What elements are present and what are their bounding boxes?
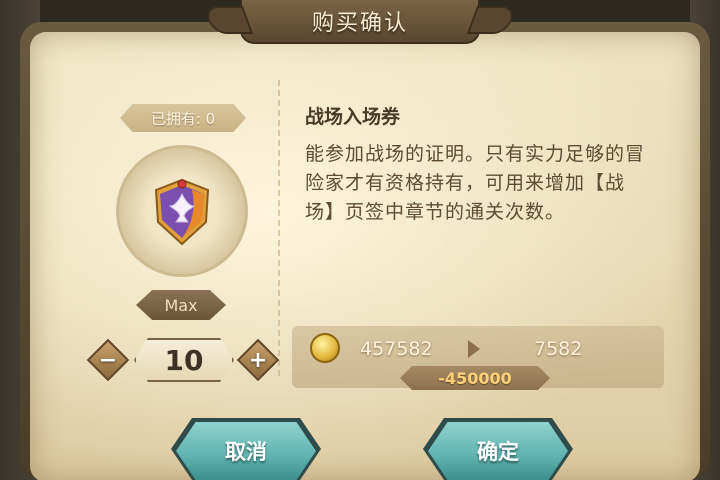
gold-cost-delta: -450000 <box>400 366 550 390</box>
dialog-title-banner: 购买确认 <box>202 0 518 44</box>
dialog-title: 购买确认 <box>311 11 408 36</box>
item-name: 战场入场券 <box>305 106 401 128</box>
battlefield-ticket-medal-icon <box>154 178 210 246</box>
quantity-display[interactable]: 10 <box>134 338 234 382</box>
minus-icon: − <box>98 347 118 373</box>
current-gold: 457582 <box>360 338 433 360</box>
owned-count-badge: 已拥有: 0 <box>120 104 246 132</box>
decrease-quantity-button[interactable]: − <box>86 338 130 382</box>
increase-quantity-button[interactable]: + <box>236 338 280 382</box>
plus-icon: + <box>248 347 268 373</box>
panel-divider <box>278 80 280 380</box>
gold-coin-icon <box>310 333 340 363</box>
max-quantity-button[interactable]: Max <box>136 290 226 320</box>
cancel-button[interactable]: 取消 <box>176 422 316 480</box>
arrow-right-icon <box>468 340 480 358</box>
confirm-button[interactable]: 确定 <box>428 422 568 480</box>
remaining-gold: 7582 <box>534 338 583 360</box>
item-description: 能参加战场的证明。只有实力足够的冒险家才有资格持有，可用来增加【战场】页签中章节… <box>305 143 646 223</box>
dialog-parchment <box>30 32 700 480</box>
